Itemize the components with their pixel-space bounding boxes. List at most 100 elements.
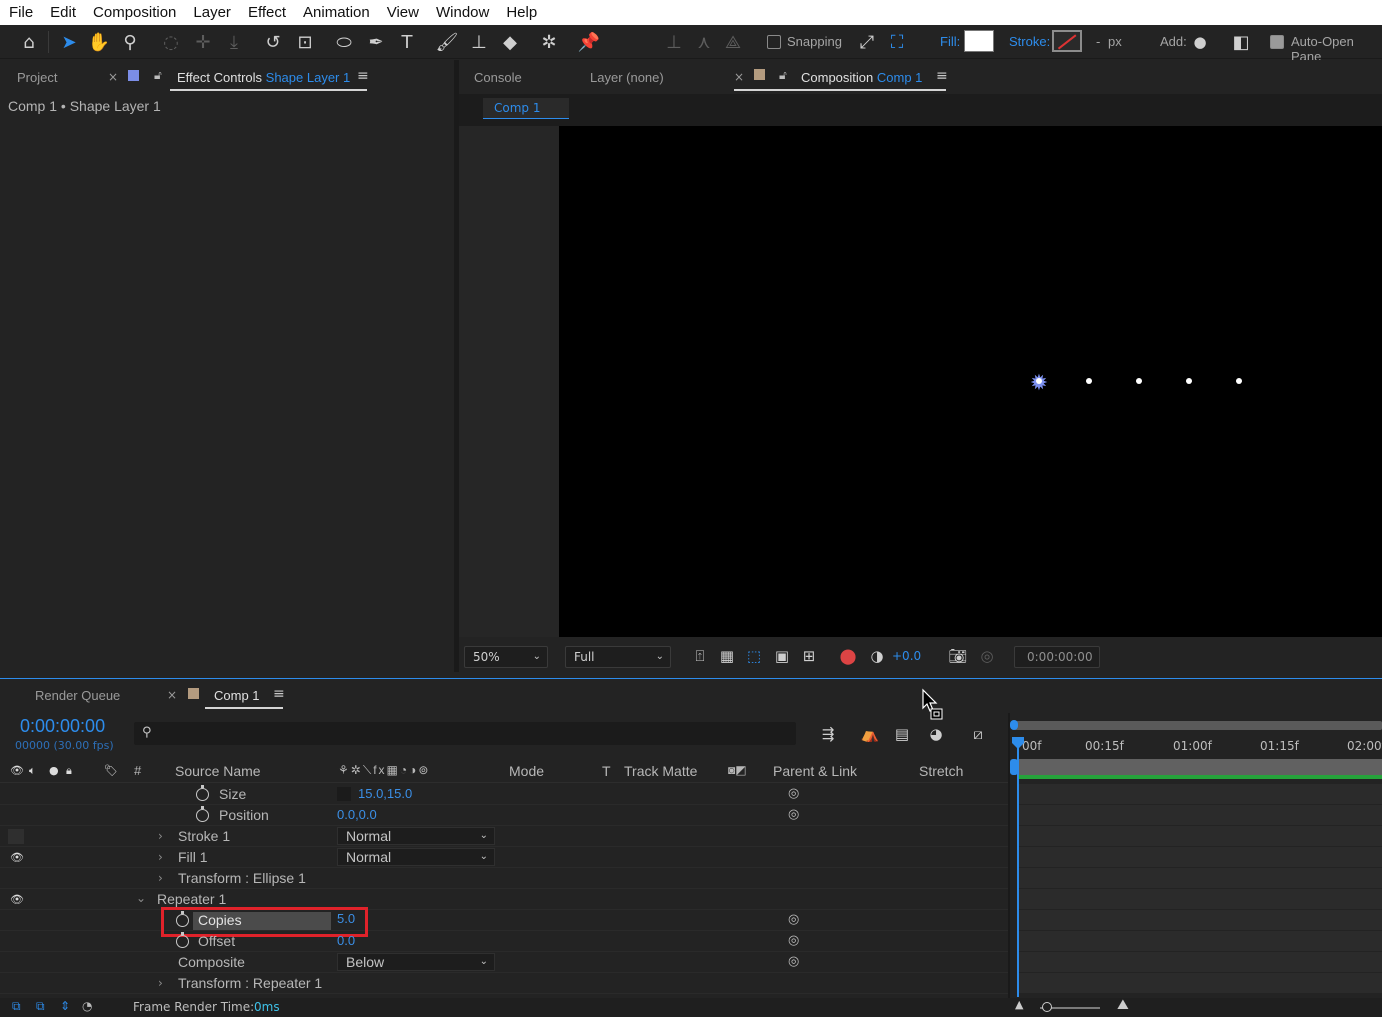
graph-editor-icon[interactable]: ⧄	[965, 721, 991, 747]
zoom-in-icon[interactable]: ⛰	[1117, 997, 1129, 1013]
pick-whip-icon[interactable]: ◎	[788, 807, 799, 822]
ellipse-tool-icon[interactable]: ⬭	[331, 29, 357, 55]
puppet-pin-tool-icon[interactable]: 📌	[576, 29, 602, 55]
menu-effect[interactable]: Effect	[239, 0, 294, 25]
size-value[interactable]: 15.0,15.0	[358, 786, 412, 801]
tab-layer[interactable]: Layer (none)	[590, 70, 664, 85]
selection-tool-icon[interactable]: ➤	[56, 29, 82, 55]
zoom-slider-thumb[interactable]	[1042, 1002, 1052, 1012]
show-snapshot-icon[interactable]: ◎	[974, 643, 1000, 669]
draft-3d-icon[interactable]: ⛺	[857, 721, 883, 747]
header-parent-link[interactable]: Parent & Link	[773, 763, 857, 779]
solo-icon[interactable]: ●	[49, 764, 59, 777]
stroke-label[interactable]: Stroke 1	[178, 828, 230, 844]
exposure-value[interactable]: +0.0	[892, 649, 921, 663]
current-time[interactable]: 0:00:00:00	[20, 716, 105, 737]
menu-layer[interactable]: Layer	[184, 0, 239, 25]
zoom-out-icon[interactable]: ▲	[1015, 998, 1023, 1011]
composition-mini-flowchart-icon[interactable]: ⇶	[815, 721, 841, 747]
channels-icon[interactable]: ⬤	[835, 643, 861, 669]
pick-whip-icon[interactable]: ◎	[788, 786, 799, 801]
lock-icon[interactable]: 🔓︎	[154, 68, 162, 83]
time-ruler[interactable]: 00f 00:15f 01:00f 01:15f 02:00f	[1010, 735, 1382, 759]
shape-copy-3[interactable]	[1136, 378, 1142, 384]
transform-ellipse-label[interactable]: Transform : Ellipse 1	[178, 870, 306, 886]
header-mode[interactable]: Mode	[509, 763, 544, 779]
chevron-down-icon[interactable]: ⌄	[136, 891, 146, 905]
comp-flowchart-tab[interactable]: Comp 1	[483, 98, 569, 119]
toggle-panels-icon[interactable]: ◧	[1228, 29, 1254, 55]
type-tool-icon[interactable]: T	[394, 29, 420, 55]
close-icon[interactable]: ×	[167, 688, 177, 702]
stopwatch-icon[interactable]	[196, 785, 209, 801]
region-of-interest-icon[interactable]: ▣	[769, 643, 795, 669]
label-tag-icon[interactable]: 🏷︎	[104, 764, 118, 777]
shape-copy-1[interactable]	[1036, 378, 1042, 384]
fill-color-swatch[interactable]	[964, 30, 994, 52]
orbit-camera-icon[interactable]: ◌	[158, 29, 184, 55]
stroke-color-swatch[interactable]	[1052, 30, 1082, 52]
pick-whip-icon[interactable]: ◎	[788, 912, 799, 927]
layer-duration-bar[interactable]	[1018, 759, 1382, 775]
header-source-name[interactable]: Source Name	[175, 763, 261, 779]
pan-camera-icon[interactable]: ✛	[190, 29, 216, 55]
menu-window[interactable]: Window	[427, 0, 497, 25]
constrain-proportions-icon[interactable]	[337, 787, 351, 801]
eye-icon[interactable]: 👁︎	[10, 893, 24, 906]
tab-project[interactable]: Project	[17, 70, 57, 85]
audio-icon[interactable]: 🔈︎	[29, 764, 36, 778]
stopwatch-icon[interactable]	[176, 932, 189, 948]
rotation-tool-icon[interactable]: ↺	[260, 29, 286, 55]
zoom-dropdown[interactable]: 50% ⌄	[464, 646, 548, 668]
panel-menu-icon[interactable]: ≡	[273, 686, 285, 702]
visibility-toggle[interactable]	[8, 829, 24, 844]
auto-open-checkbox[interactable]	[1270, 35, 1284, 49]
menu-help[interactable]: Help	[497, 0, 545, 25]
in-out-toggle-icon[interactable]: ⇕	[60, 999, 70, 1013]
stroke-mode-dropdown[interactable]: Normal ⌄	[337, 827, 495, 845]
pick-whip-icon[interactable]: ◎	[788, 933, 799, 948]
shape-copy-2[interactable]	[1086, 378, 1092, 384]
motion-blur-icon[interactable]: ◕	[923, 721, 949, 747]
panel-menu-icon[interactable]: ≡	[936, 68, 948, 84]
pick-whip-icon[interactable]: ◎	[788, 954, 799, 969]
local-axis-icon[interactable]: ⊥	[661, 29, 687, 55]
chevron-right-icon[interactable]: ›	[158, 976, 163, 990]
fill-label[interactable]: Fill 1	[178, 849, 208, 865]
shape-copy-5[interactable]	[1236, 378, 1242, 384]
composition-viewer[interactable]: ✹	[559, 126, 1382, 637]
stopwatch-icon[interactable]	[196, 806, 209, 822]
view-axis-icon[interactable]: ⟁	[720, 29, 746, 55]
close-icon[interactable]: ×	[734, 70, 744, 84]
transform-repeater-label[interactable]: Transform : Repeater 1	[178, 975, 322, 991]
position-value[interactable]: 0.0,0.0	[337, 807, 377, 822]
stroke-width-value[interactable]: -	[1096, 34, 1100, 49]
snap-features-icon[interactable]: ⛶	[884, 29, 910, 55]
header-stretch[interactable]: Stretch	[919, 763, 963, 779]
shape-copy-4[interactable]	[1186, 378, 1192, 384]
transparency-grid-icon[interactable]: ▦	[714, 643, 740, 669]
menu-view[interactable]: View	[378, 0, 427, 25]
chevron-right-icon[interactable]: ›	[158, 850, 163, 864]
transfer-controls-toggle-icon[interactable]: ⧉	[36, 999, 45, 1014]
current-time-display[interactable]: 0:00:00:00	[1014, 646, 1100, 668]
resolution-dropdown[interactable]: Full ⌄	[565, 646, 671, 668]
tab-comp[interactable]: Comp 1	[214, 688, 260, 703]
chevron-right-icon[interactable]: ›	[158, 871, 163, 885]
world-axis-icon[interactable]: ⋏	[691, 29, 717, 55]
work-area-start-handle[interactable]	[1010, 720, 1018, 730]
in-point-handle[interactable]	[1010, 759, 1018, 775]
composite-dropdown[interactable]: Below ⌄	[337, 953, 495, 971]
tab-render-queue[interactable]: Render Queue	[35, 688, 120, 703]
reset-exposure-icon[interactable]: ◑	[864, 643, 890, 669]
brush-tool-icon[interactable]: 🖌	[434, 29, 460, 55]
lock-icon[interactable]: 🔓︎	[779, 68, 787, 83]
add-dropdown-icon[interactable]: ●	[1187, 29, 1213, 55]
eye-icon[interactable]: 👁︎	[10, 851, 24, 864]
layer-switches-toggle-icon[interactable]: ⧉	[12, 999, 21, 1014]
panel-menu-icon[interactable]: ≡	[357, 68, 369, 84]
menu-edit[interactable]: Edit	[41, 0, 84, 25]
close-icon[interactable]: ×	[108, 70, 118, 84]
hand-tool-icon[interactable]: ✋	[86, 29, 112, 55]
home-icon[interactable]: ⌂	[16, 29, 42, 55]
